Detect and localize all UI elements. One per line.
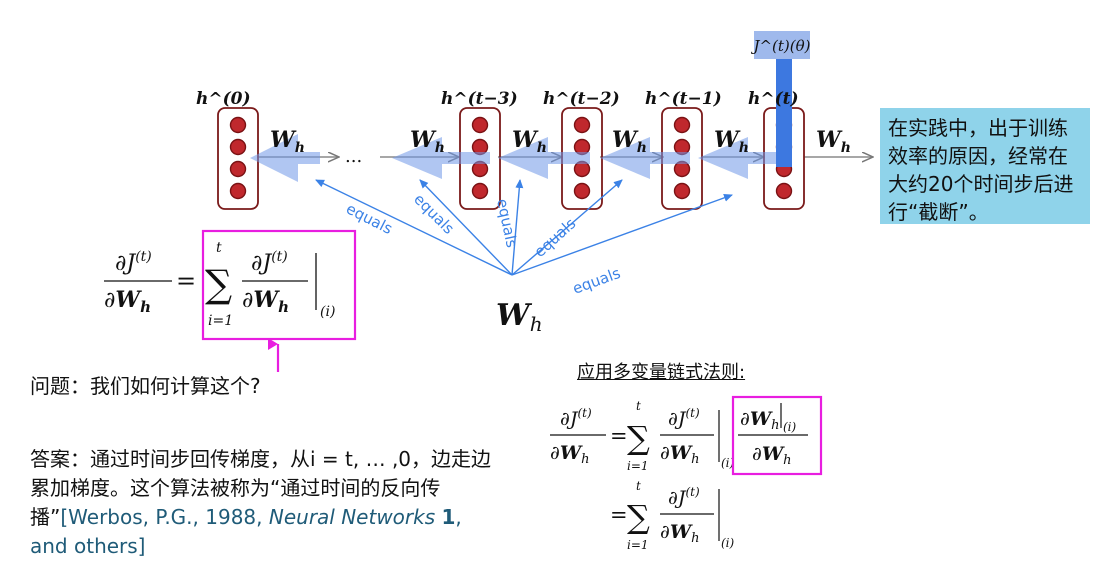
loss-label: J^(t)(θ) (750, 37, 810, 55)
svg-text:∂J(t): ∂J(t) (115, 249, 152, 276)
hidden-label-t-2: h^(t−2) (543, 89, 620, 109)
svg-text:(i): (i) (783, 420, 797, 434)
svg-text:∂Wh: ∂Wh (660, 442, 700, 467)
answer-block: 答案：通过时间步回传梯度，从i = t, … ,0，边走边累加梯度。这个算法被称… (30, 445, 502, 561)
neuron (673, 182, 691, 200)
svg-text:∑: ∑ (205, 262, 232, 306)
loss-bar (776, 59, 792, 167)
svg-text:∂J(t): ∂J(t) (668, 485, 700, 509)
weight-label: Wh (512, 127, 547, 156)
neuron (573, 116, 591, 134)
neuron (229, 138, 247, 156)
svg-text:∂Wh: ∂Wh (740, 408, 780, 433)
question-text: 问题：我们如何计算这个? (30, 374, 261, 398)
hidden-label-t-1: h^(t−1) (645, 89, 722, 109)
neuron (471, 116, 489, 134)
reference: [Werbos, P.G., 1988, Neural Networks 1, … (30, 505, 462, 558)
svg-text:∂Wh: ∂Wh (660, 521, 700, 546)
equals-labels: equals equals equals equals equals (343, 190, 623, 298)
reference-volume: 1 (441, 505, 456, 529)
weight-label: Wh (612, 127, 647, 156)
svg-text:∂Wh: ∂Wh (752, 443, 792, 468)
equals-label: equals (570, 264, 623, 298)
svg-text:∂J(t): ∂J(t) (668, 406, 700, 430)
equals-label: equals (531, 214, 580, 261)
weight-label: Wh (714, 127, 749, 156)
svg-text:∑: ∑ (627, 498, 650, 536)
svg-text:(i): (i) (721, 536, 735, 550)
svg-text:t: t (216, 240, 222, 256)
neuron (775, 182, 793, 200)
neuron (229, 160, 247, 178)
neuron (471, 182, 489, 200)
neuron (229, 182, 247, 200)
weight-label: Wh (410, 127, 445, 156)
svg-text:=: = (610, 424, 628, 448)
neuron (573, 182, 591, 200)
reference-journal: Neural Networks (268, 505, 436, 529)
equals-arrow-1 (419, 179, 513, 276)
hidden-label-0: h^(0) (196, 89, 251, 109)
svg-text:=: = (610, 503, 628, 527)
svg-text:∂J(t): ∂J(t) (251, 249, 288, 276)
neuron (229, 116, 247, 134)
ellipsis: ... (345, 146, 362, 167)
svg-text:i=1: i=1 (208, 313, 233, 329)
svg-text:i=1: i=1 (627, 459, 649, 473)
svg-text:∂Wh: ∂Wh (550, 442, 590, 467)
truncation-note: 在实践中，出于训练效率的原因，经常在大约20个时间步后进行“截断”。 (880, 108, 1090, 224)
chain-rule-formula: ∂J(t) ∂Wh = t ∑ i=1 ∂J(t) ∂Wh (i) ∂Wh (i… (550, 399, 808, 552)
hidden-labels: h^(0) h^(t−3) h^(t−2) h^(t−1) h^(t) (196, 89, 799, 109)
hidden-label-t-3: h^(t−3) (441, 89, 518, 109)
equals-label: equals (493, 197, 521, 249)
svg-text:(i): (i) (320, 304, 335, 320)
equals-label: equals (410, 190, 458, 238)
svg-text:=: = (176, 267, 196, 295)
hidden-label-t: h^(t) (748, 89, 799, 109)
svg-text:∂Wh: ∂Wh (104, 287, 151, 316)
neuron (673, 116, 691, 134)
svg-text:∂J(t): ∂J(t) (560, 406, 592, 430)
gradient-formula: ∂J(t) ∂Wh = t ∑ i=1 ∂J(t) ∂Wh (i) (104, 240, 335, 329)
shared-weight-hub: Wh (496, 298, 543, 336)
chain-rule-title: 应用多变量链式法则: (577, 362, 746, 383)
weight-label: Wh (816, 127, 851, 156)
svg-text:t: t (636, 479, 641, 493)
svg-text:t: t (636, 399, 641, 413)
reference-start: [Werbos, P.G., 1988, (60, 505, 269, 529)
svg-text:i=1: i=1 (627, 538, 649, 552)
svg-text:∂Wh: ∂Wh (242, 287, 289, 316)
svg-text:∑: ∑ (627, 419, 650, 457)
weight-label: Wh (270, 127, 305, 156)
